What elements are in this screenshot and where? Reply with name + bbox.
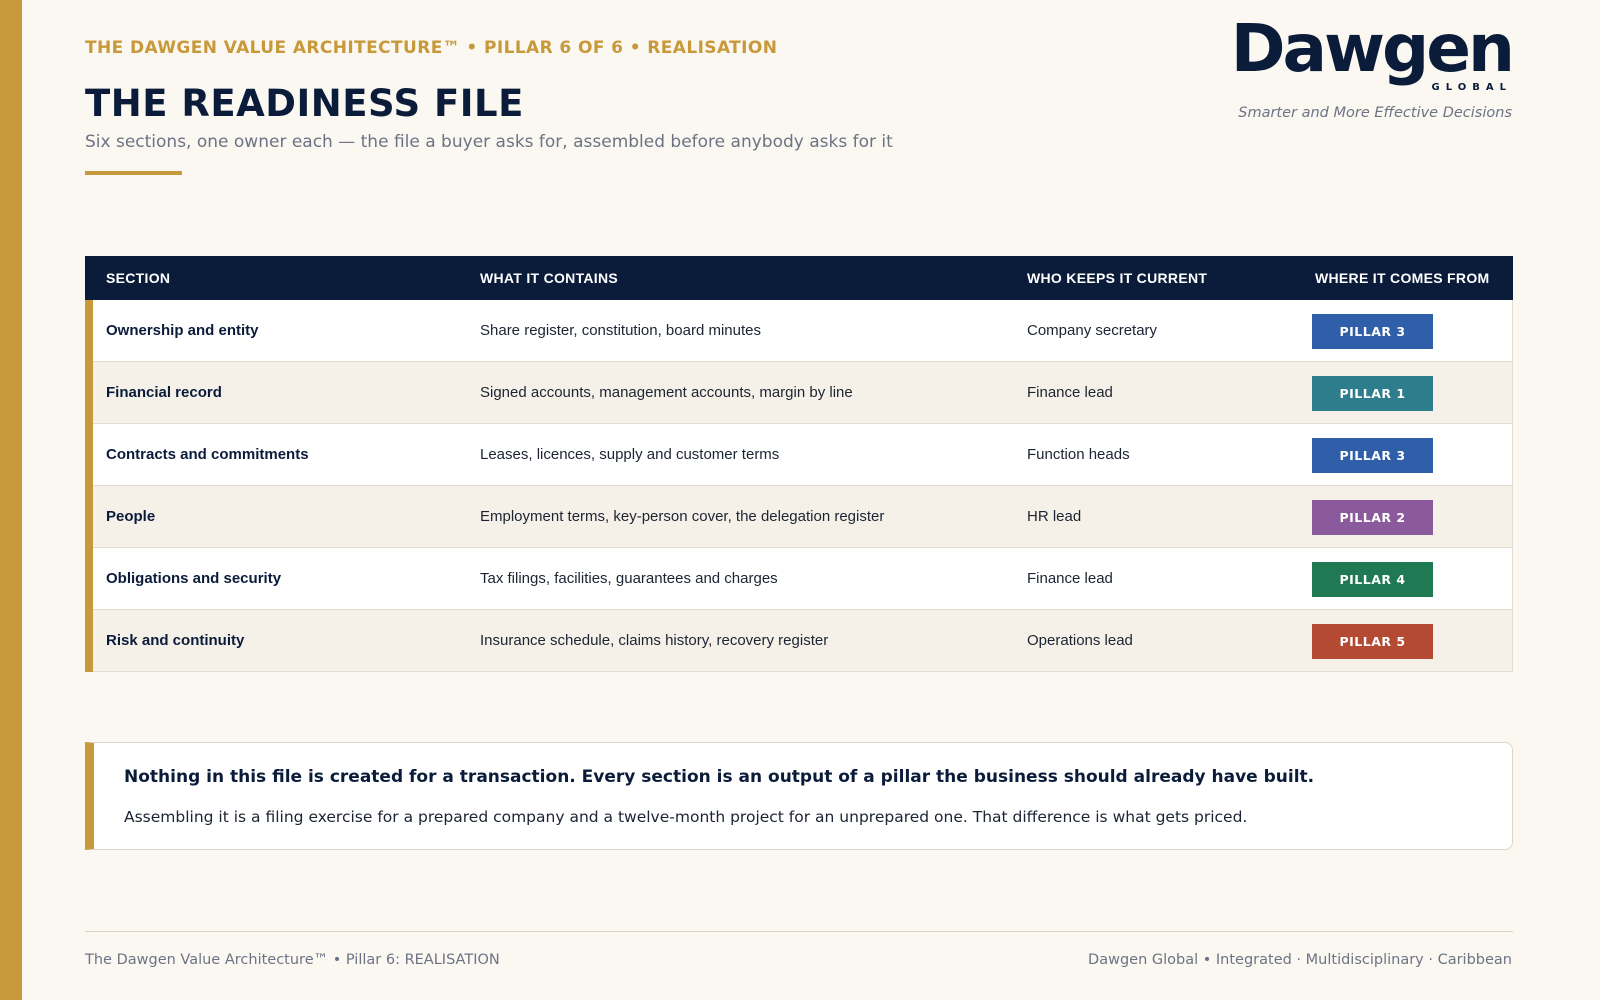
brand-logo: Dawgen GLOBAL (1231, 16, 1515, 100)
readiness-table: SECTION WHAT IT CONTAINS WHO KEEPS IT CU… (85, 256, 1513, 672)
cell-owner: Company secretary (1027, 322, 1158, 339)
column-header-section: SECTION (106, 270, 171, 286)
column-header-source: WHERE IT COMES FROM (1315, 270, 1490, 286)
callout-headline: Nothing in this file is created for a tr… (124, 767, 1315, 787)
table-row: Ownership and entity Share register, con… (93, 300, 1512, 362)
cell-contains: Leases, licences, supply and customer te… (480, 446, 780, 463)
table-row: Obligations and security Tax filings, fa… (93, 548, 1512, 610)
pillar-badge: PILLAR 5 (1312, 624, 1433, 659)
cell-section: Risk and continuity (106, 632, 245, 649)
pillar-badge: PILLAR 1 (1312, 376, 1433, 411)
table-row: Contracts and commitments Leases, licenc… (93, 424, 1512, 486)
page-title: THE READINESS FILE (85, 82, 524, 125)
title-underline (85, 171, 182, 175)
cell-section: People (106, 508, 156, 525)
table-row: People Employment terms, key-person cove… (93, 486, 1512, 548)
cell-owner: HR lead (1027, 508, 1082, 525)
column-header-owner: WHO KEEPS IT CURRENT (1027, 270, 1208, 286)
table-header: SECTION WHAT IT CONTAINS WHO KEEPS IT CU… (85, 256, 1513, 300)
cell-section: Financial record (106, 384, 222, 401)
cell-contains: Share register, constitution, board minu… (480, 322, 761, 339)
table-body: Ownership and entity Share register, con… (85, 300, 1513, 672)
logo-wordmark: Dawgen (1230, 10, 1515, 87)
cell-contains: Employment terms, key-person cover, the … (480, 508, 885, 525)
cell-section: Contracts and commitments (106, 446, 309, 463)
cell-owner: Function heads (1027, 446, 1130, 463)
brand-tagline: Smarter and More Effective Decisions (1238, 105, 1512, 121)
cell-section: Obligations and security (106, 570, 282, 587)
cell-section: Ownership and entity (106, 322, 259, 339)
left-accent-bar (0, 0, 22, 1000)
cell-contains: Signed accounts, management accounts, ma… (480, 384, 853, 401)
footer-divider (85, 931, 1513, 932)
cell-contains: Insurance schedule, claims history, reco… (480, 632, 829, 649)
pillar-badge: PILLAR 4 (1312, 562, 1433, 597)
footer-left-text: The Dawgen Value Architecture™ • Pillar … (85, 952, 500, 968)
footer-right-text: Dawgen Global • Integrated · Multidiscip… (1088, 952, 1512, 968)
table-row: Risk and continuity Insurance schedule, … (93, 610, 1512, 672)
cell-owner: Finance lead (1027, 570, 1113, 587)
page-subtitle: Six sections, one owner each — the file … (85, 132, 893, 152)
logo-subtext: GLOBAL (1431, 82, 1512, 93)
eyebrow: THE DAWGEN VALUE ARCHITECTURE™ • PILLAR … (85, 38, 778, 58)
cell-owner: Finance lead (1027, 384, 1113, 401)
table-row: Financial record Signed accounts, manage… (93, 362, 1512, 424)
key-message-callout: Nothing in this file is created for a tr… (85, 742, 1513, 850)
pillar-badge: PILLAR 2 (1312, 500, 1433, 535)
cell-contains: Tax filings, facilities, guarantees and … (480, 570, 778, 587)
pillar-badge: PILLAR 3 (1312, 314, 1433, 349)
pillar-badge: PILLAR 3 (1312, 438, 1433, 473)
cell-owner: Operations lead (1027, 632, 1133, 649)
callout-body: Assembling it is a filing exercise for a… (124, 808, 1248, 826)
column-header-contains: WHAT IT CONTAINS (480, 270, 619, 286)
